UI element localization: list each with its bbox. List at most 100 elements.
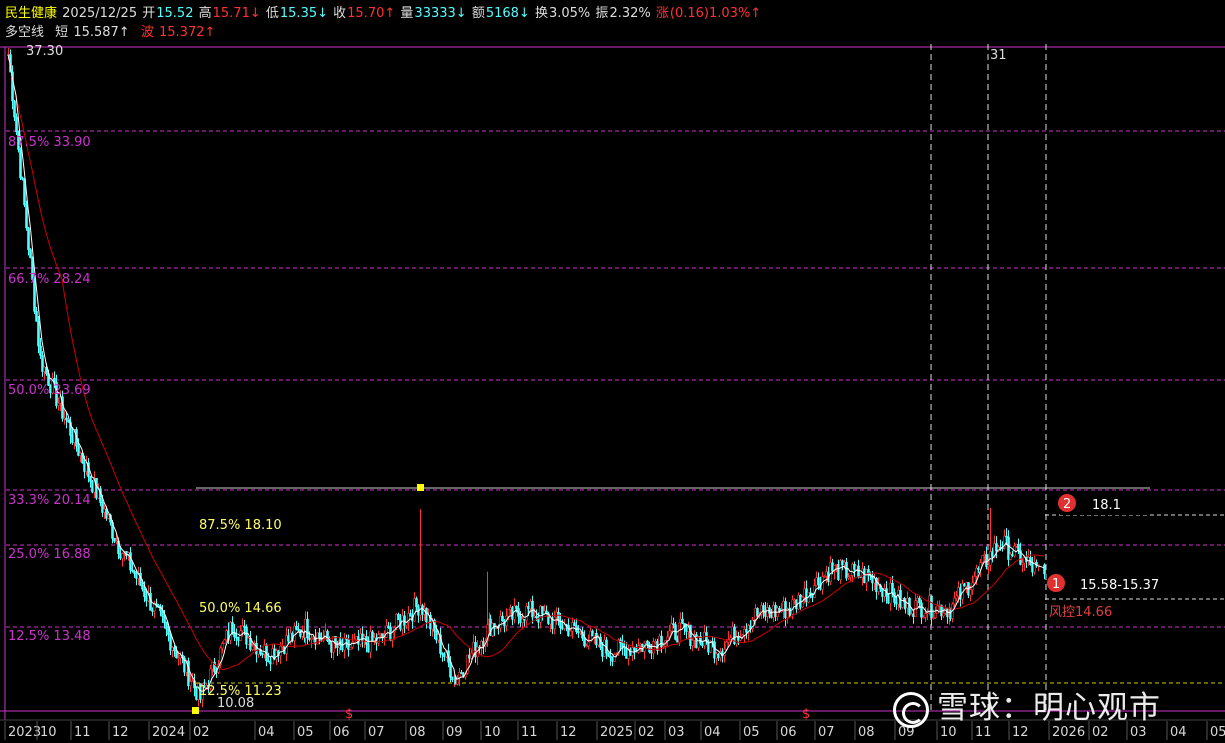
x-axis-label: 2024 (152, 725, 185, 740)
candle-up (969, 589, 972, 596)
candle-up (191, 680, 194, 683)
annotation-2-text: 18.1 (1092, 498, 1121, 513)
fib-anchor-bottom[interactable] (192, 707, 199, 714)
candle-down (295, 625, 298, 630)
candle-down (918, 597, 921, 604)
candle-up (652, 641, 655, 654)
annotation-2-num: 2 (1063, 497, 1071, 512)
candle-down (129, 552, 132, 571)
x-axis-label: 11 (74, 725, 91, 740)
candle-up (63, 417, 66, 420)
candle-down (39, 345, 42, 356)
candle-up (691, 640, 694, 647)
candle-up (981, 555, 984, 563)
candle-up (107, 514, 110, 519)
event-marker-1[interactable]: $ (345, 707, 353, 722)
candle-down (893, 592, 896, 603)
snowball-logo-icon (893, 691, 929, 728)
x-axis-label: 05 (297, 725, 314, 740)
candle-down (397, 614, 400, 621)
candle-down (1031, 564, 1034, 573)
candle-up (349, 646, 352, 650)
x-axis-label: 10 (484, 725, 501, 740)
candle-down (646, 640, 649, 645)
candle-down (37, 320, 40, 347)
candle-down (15, 116, 18, 133)
candle-down (245, 627, 248, 645)
x-axis-label: 10 (40, 725, 57, 740)
candle-down (681, 618, 684, 624)
event-marker-2[interactable]: $ (802, 707, 810, 722)
candle-up (229, 622, 232, 641)
candle-down (235, 636, 238, 639)
candle-down (607, 652, 610, 657)
candle-down (328, 640, 331, 645)
candle-down (35, 311, 38, 322)
watermark: 雪球：明心观市 (893, 682, 1193, 730)
candle-down (157, 604, 160, 607)
candle-down (19, 149, 22, 179)
candle-down (237, 637, 240, 641)
inner-fib-label-500: 50.0% 14.66 (199, 601, 282, 616)
annotation-1-text: 15.58-15.37 (1080, 578, 1159, 593)
watermark-text: 雪球：明心观市 (937, 690, 1161, 726)
candle-down (891, 582, 894, 593)
candle-down (762, 605, 765, 611)
candle-up (668, 630, 671, 638)
candle-down (143, 588, 146, 597)
candle-up (973, 576, 976, 584)
x-axis-label: 11 (521, 725, 538, 740)
candle-down (857, 565, 860, 577)
candle-down (29, 249, 32, 259)
low-price-label: 10.08 (217, 696, 254, 711)
x-axis-label: 09 (446, 725, 463, 740)
candle-down (660, 635, 663, 648)
candle-down (133, 570, 136, 574)
candle-up (279, 645, 282, 657)
candle-down (91, 481, 94, 493)
candle-up (221, 643, 224, 649)
x-axis-label: 08 (858, 725, 875, 740)
candle-up (115, 540, 118, 543)
x-axis-label: 02 (193, 725, 210, 740)
candle-down (83, 462, 86, 472)
candle-up (936, 605, 939, 614)
candle-down (27, 227, 30, 250)
x-axis-label: 04 (704, 725, 721, 740)
candle-down (101, 502, 104, 513)
candle-up (57, 402, 60, 406)
x-axis-label: 05 (1210, 725, 1225, 740)
candle-down (95, 477, 98, 499)
candle-down (119, 553, 122, 559)
ma-line (7, 54, 1045, 671)
candle-down (65, 417, 68, 421)
candle-up (189, 681, 192, 687)
x-axis-label: 06 (333, 725, 350, 740)
candle-down (113, 538, 116, 542)
candle-down (141, 585, 144, 590)
candle-down (169, 634, 172, 651)
candle-up (955, 595, 958, 599)
kline-chart[interactable]: 31 37.30 87.5% 33.90 66.7% 28.24 50.0% 2… (0, 0, 1225, 743)
fib-anchor-top[interactable] (417, 484, 424, 491)
price-top-label: 37.30 (26, 44, 63, 59)
candle-down (409, 613, 412, 617)
fib-label-125: 12.5% 13.48 (8, 629, 91, 644)
candle-up (225, 630, 228, 641)
candle-down (173, 647, 176, 652)
candle-up (171, 647, 174, 651)
candle-up (121, 553, 124, 559)
x-axis-label: 08 (409, 725, 426, 740)
candle-down (415, 598, 418, 607)
candle-down (515, 605, 518, 609)
candle-down (573, 622, 576, 627)
candle-up (953, 597, 956, 605)
vertical-marker-label: 31 (990, 48, 1007, 63)
candle-up (924, 613, 927, 618)
x-axis-label: 07 (368, 725, 385, 740)
candle-down (306, 618, 309, 639)
candle-down (165, 622, 168, 630)
x-axis-label: 2025 (600, 725, 633, 740)
fib-grid (6, 130, 1225, 628)
candle-down (1043, 564, 1046, 575)
